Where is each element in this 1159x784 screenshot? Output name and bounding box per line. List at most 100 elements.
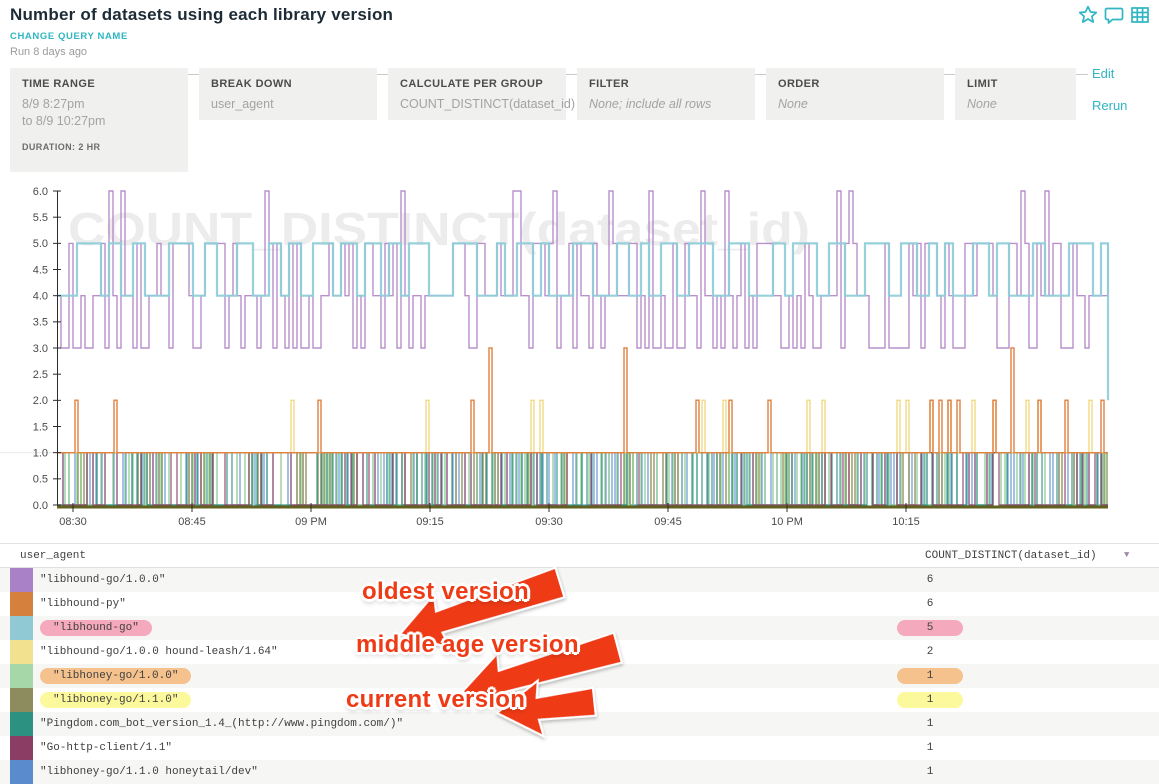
annotation-current-version: current version [346,686,525,714]
table-row[interactable]: "libhound-go/1.0.0 hound-leash/1.64" 2 [0,640,1159,664]
series-color-swatch [10,592,33,616]
edit-query-link[interactable]: Edit [1092,66,1114,81]
table-row[interactable]: "libhound-py" 6 [0,592,1159,616]
user-agent-value: "libhoney-go/1.1.0 honeytail/dev" [40,766,258,778]
count-cell: 1 [897,742,963,754]
y-tick-label: 4.5 [33,264,48,276]
y-tick-label: 3.5 [33,317,48,329]
y-tick-label: 0.5 [33,474,48,486]
count-value: 1 [927,718,934,730]
count-value: 1 [927,742,934,754]
duration-label: DURATION: 2 HR [22,142,176,152]
user-agent-cell: "libhound-py" [40,598,126,610]
query-box-connector [377,74,388,75]
table-row[interactable]: "Go-http-client/1.1" 1 [0,736,1159,760]
query-box-order[interactable]: ORDER None [766,68,944,120]
table-body: "libhound-go/1.0.0"6"libhound-py"6"libho… [0,568,1159,784]
x-tick-label: 10 PM [771,516,803,528]
query-box-value: None; include all rows [589,96,743,113]
y-tick-label: 3.0 [33,343,48,355]
series-line [57,348,1108,453]
star-icon[interactable] [1077,4,1099,26]
y-tick-label: 2.5 [33,369,48,381]
header-icon-group [1077,4,1151,26]
user-agent-value: "libhound-py" [40,598,126,610]
y-tick-label: 2.0 [33,395,48,407]
y-tick-label: 1.0 [33,447,48,459]
x-tick-label: 09:45 [654,516,682,528]
query-box-label: ORDER [778,78,932,90]
query-box-connector [1076,74,1088,75]
table-row[interactable]: "libhound-go/1.0.0" 6 [0,568,1159,592]
results-chart[interactable]: COUNT_DISTINCT(dataset_id)6.05.55.04.54.… [0,183,1159,538]
user-agent-cell: "libhoney-go/1.1.0" [40,694,191,706]
user-agent-cell: "libhoney-go/1.1.0 honeytail/dev" [40,766,258,778]
comment-icon[interactable] [1103,4,1125,26]
query-box-connector [755,74,766,75]
y-tick-label: 1.5 [33,421,48,433]
query-box-value: None [967,96,1064,113]
query-box-value: COUNT_DISTINCT(dataset_id) [400,96,554,113]
y-tick-label: 0.0 [33,500,48,512]
change-query-name-link[interactable]: CHANGE QUERY NAME [10,31,128,42]
series-color-swatch [10,664,33,688]
user-agent-value: "libhound-go" [40,620,152,636]
rerun-query-link[interactable]: Rerun [1092,98,1127,113]
user-agent-value: "libhoney-go/1.0.0" [40,668,191,684]
query-box-label: BREAK DOWN [211,78,365,90]
series-color-swatch [10,568,33,592]
query-box-value: user_agent [211,96,365,113]
query-box-label: FILTER [589,78,743,90]
user-agent-cell: "libhound-go/1.0.0 hound-leash/1.64" [40,646,278,658]
query-box-connector [944,74,955,75]
query-box-limit[interactable]: LIMIT None [955,68,1076,120]
x-tick-label: 08:30 [59,516,87,528]
user-agent-cell: "libhound-go/1.0.0" [40,574,165,586]
count-value: 6 [927,574,934,586]
count-value: 6 [927,598,934,610]
table-header-row: user_agent COUNT_DISTINCT(dataset_id) ▼ [0,543,1159,568]
column-header-user-agent[interactable]: user_agent [20,550,86,562]
count-value: 2 [927,646,934,658]
user-agent-value: "Pingdom.com_bot_version_1.4_(http://www… [40,718,403,730]
column-header-count-distinct[interactable]: COUNT_DISTINCT(dataset_id) [925,550,1097,562]
query-box-label: TIME RANGE [22,78,176,90]
query-box-connector [566,74,577,75]
table-row[interactable]: "libhound-go" 5 [0,616,1159,640]
y-tick-label: 5.0 [33,238,48,250]
annotation-middle-age-version: middle age version [356,631,579,659]
query-box-value: None [778,96,932,113]
y-tick-label: 4.0 [33,290,48,302]
table-row[interactable]: "libhoney-go/1.1.0"1 [0,688,1159,712]
user-agent-cell: "libhound-go" [40,622,152,634]
count-cell: 1 [897,766,963,778]
x-tick-label: 10:15 [892,516,920,528]
user-agent-cell: "libhoney-go/1.0.0" [40,670,191,682]
query-box-time-range[interactable]: TIME RANGE8/9 8:27pmto 8/9 10:27pmDURATI… [10,68,188,172]
query-box-label: LIMIT [967,78,1064,90]
series-line [57,243,1108,400]
query-box-filter[interactable]: FILTER None; include all rows [577,68,755,120]
count-cell: 2 [897,646,963,658]
series-color-swatch [10,712,33,736]
table-icon[interactable] [1129,4,1151,26]
series-color-swatch [10,760,33,784]
table-row[interactable]: "libhoney-go/1.0.0" 1 [0,664,1159,688]
count-value: 1 [927,766,934,778]
query-run-timestamp: Run 8 days ago [10,46,87,58]
table-row[interactable]: "libhoney-go/1.1.0 honeytail/dev" 1 [0,760,1159,784]
user-agent-value: "libhoney-go/1.1.0" [40,692,191,708]
count-cell: 1 [897,668,963,684]
count-cell: 1 [897,718,963,730]
count-value: 1 [897,668,963,684]
query-box-break-down[interactable]: BREAK DOWN user_agent [199,68,377,120]
table-row[interactable]: "Pingdom.com_bot_version_1.4_(http://www… [0,712,1159,736]
results-table: user_agent COUNT_DISTINCT(dataset_id) ▼ … [0,543,1159,784]
count-value: 5 [897,620,963,636]
user-agent-cell: "Go-http-client/1.1" [40,742,172,754]
sort-descending-icon[interactable]: ▼ [1124,550,1129,560]
series-color-swatch [10,616,33,640]
query-box-calculate-per-group[interactable]: CALCULATE PER GROUPCOUNT_DISTINCT(datase… [388,68,566,120]
x-tick-label: 09:15 [416,516,444,528]
user-agent-value: "libhound-go/1.0.0" [40,574,165,586]
